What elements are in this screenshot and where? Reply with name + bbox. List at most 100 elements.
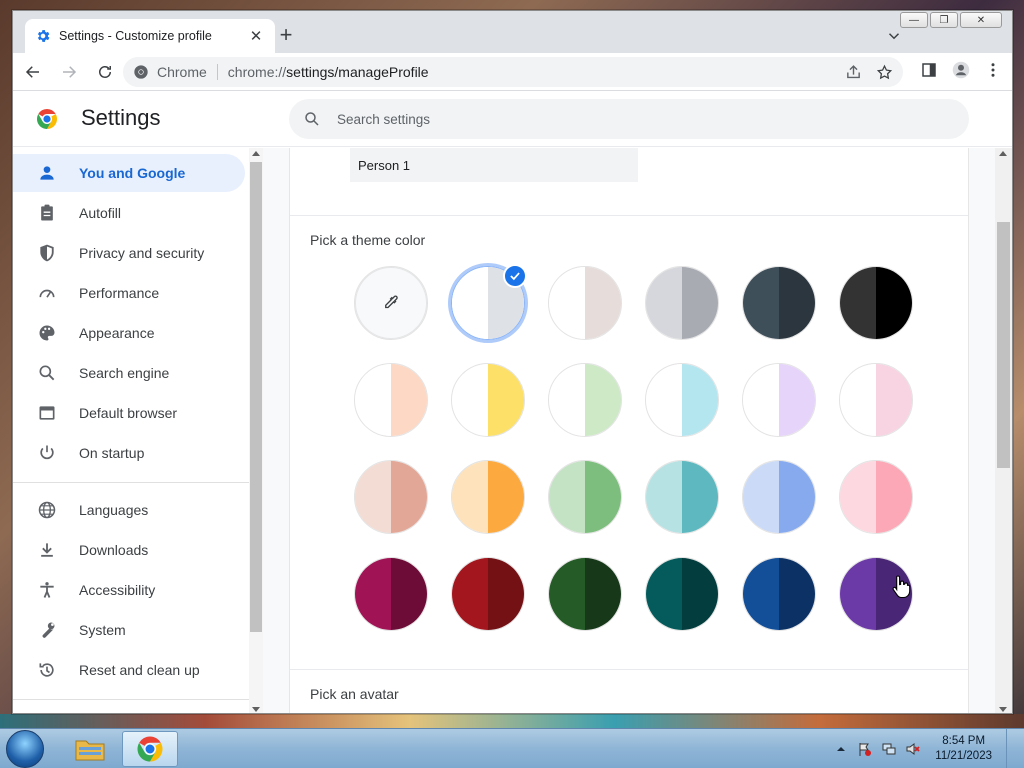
action-center-flag-icon[interactable] (857, 741, 873, 757)
page-title: Settings (81, 105, 161, 130)
reload-button[interactable] (89, 56, 121, 88)
bookmark-star-icon[interactable] (876, 64, 893, 81)
theme-color-swatch[interactable] (451, 363, 525, 437)
sidebar-item-label: System (79, 622, 126, 638)
tab-title: Settings - Customize profile (59, 29, 212, 43)
forward-button[interactable] (53, 56, 85, 88)
start-button[interactable] (6, 730, 44, 768)
profile-name-field[interactable]: Person 1 (350, 148, 638, 182)
scrollbar-thumb[interactable] (997, 222, 1010, 468)
more-menu-icon[interactable] (984, 61, 1002, 79)
network-icon[interactable] (881, 741, 897, 757)
theme-color-swatch[interactable] (839, 266, 913, 340)
show-hidden-icons-icon[interactable] (833, 741, 849, 757)
address-bar[interactable]: Chrome chrome://settings/manageProfile (123, 57, 903, 87)
search-icon (39, 365, 55, 381)
theme-color-swatch[interactable] (451, 460, 525, 534)
theme-color-swatch[interactable] (354, 460, 428, 534)
scroll-up-arrow[interactable] (252, 151, 260, 156)
hand-cursor-icon (892, 575, 911, 599)
customize-profile-card: Person 1 Pick a theme color Pick an avat… (289, 148, 969, 713)
sidebar-item-search-engine[interactable]: Search engine (13, 354, 245, 392)
clock-date: 11/21/2023 (935, 750, 992, 762)
side-panel-icon[interactable] (920, 61, 938, 79)
sidebar-item-label: Accessibility (79, 582, 156, 598)
theme-color-swatch[interactable] (839, 363, 913, 437)
site-name: Chrome (157, 64, 207, 80)
show-desktop-button[interactable] (1006, 729, 1016, 768)
theme-color-swatch[interactable] (548, 460, 622, 534)
theme-color-swatch[interactable] (645, 266, 719, 340)
file-explorer-taskbar-button[interactable] (62, 731, 118, 767)
theme-color-swatch[interactable] (742, 266, 816, 340)
theme-color-swatch[interactable] (645, 363, 719, 437)
browser-window: Settings - Customize profile ✕ + — ❐ ✕ C… (12, 10, 1013, 714)
tab-settings[interactable]: Settings - Customize profile ✕ (25, 19, 275, 53)
url-path: settings/manageProfile (286, 64, 429, 80)
globe-icon (38, 501, 56, 519)
scroll-up-arrow[interactable] (999, 151, 1007, 156)
new-tab-button[interactable]: + (275, 24, 297, 47)
theme-color-swatch[interactable] (742, 363, 816, 437)
theme-color-swatch[interactable] (742, 460, 816, 534)
sidebar-item-default-browser[interactable]: Default browser (13, 394, 245, 432)
chevron-down-icon[interactable] (885, 27, 903, 45)
settings-header: Settings (13, 91, 1012, 147)
search-icon (305, 112, 319, 126)
theme-color-swatch[interactable] (354, 363, 428, 437)
taskbar-clock[interactable]: 8:54 PM 11/21/2023 (935, 734, 992, 764)
theme-color-swatch[interactable] (742, 557, 816, 631)
reload-icon (99, 65, 111, 78)
settings-sidebar: You and Google Autofill Privacy and secu… (13, 148, 249, 713)
scroll-down-arrow[interactable] (999, 707, 1007, 712)
sidebar-divider (13, 482, 249, 483)
person-icon (40, 166, 54, 180)
back-button[interactable] (17, 56, 49, 88)
theme-color-swatch[interactable] (548, 557, 622, 631)
search-settings-input[interactable] (337, 111, 937, 127)
sidebar-item-label: Search engine (79, 365, 170, 381)
folder-icon (75, 740, 105, 761)
volume-muted-icon[interactable] (905, 741, 921, 757)
desktop-wallpaper (0, 714, 1024, 728)
theme-color-swatch[interactable] (839, 460, 913, 534)
theme-color-swatch[interactable] (354, 557, 428, 631)
restore-button[interactable]: ❐ (930, 12, 958, 28)
minimize-button[interactable]: — (900, 12, 928, 28)
close-tab-icon[interactable]: ✕ (247, 27, 265, 45)
sidebar-item-you-and-google[interactable]: You and Google (13, 154, 245, 192)
wrench-icon (42, 622, 55, 638)
sidebar-item-system[interactable]: System (13, 611, 245, 649)
sidebar-item-downloads[interactable]: Downloads (13, 531, 245, 569)
theme-color-swatch[interactable] (451, 557, 525, 631)
system-tray: 8:54 PM 11/21/2023 (833, 729, 1016, 768)
sidebar-item-autofill[interactable]: Autofill (13, 194, 245, 232)
main-scrollbar[interactable] (995, 148, 1012, 713)
sidebar-item-label: On startup (79, 445, 145, 461)
forward-arrow-icon (63, 65, 77, 78)
theme-color-swatch[interactable] (645, 460, 719, 534)
theme-color-swatch[interactable] (548, 363, 622, 437)
sidebar-scrollbar[interactable] (249, 148, 263, 713)
profile-avatar-icon[interactable] (952, 61, 970, 79)
sidebar-item-appearance[interactable]: Appearance (13, 314, 245, 352)
sidebar-item-accessibility[interactable]: Accessibility (13, 571, 245, 609)
sidebar-item-reset-and-clean-up[interactable]: Reset and clean up (13, 651, 245, 689)
sidebar-item-performance[interactable]: Performance (13, 274, 245, 312)
sidebar-item-languages[interactable]: Languages (13, 491, 245, 529)
palette-icon (39, 325, 55, 341)
sidebar-item-on-startup[interactable]: On startup (13, 434, 245, 472)
power-icon (40, 445, 54, 460)
scrollbar-thumb[interactable] (250, 162, 262, 632)
scroll-down-arrow[interactable] (252, 707, 260, 712)
search-settings-box[interactable] (289, 99, 969, 139)
shield-icon (40, 244, 54, 262)
section-divider (290, 215, 968, 216)
sidebar-item-privacy-and-security[interactable]: Privacy and security (13, 234, 245, 272)
theme-color-swatch[interactable] (548, 266, 622, 340)
chrome-taskbar-button[interactable] (122, 731, 178, 767)
share-icon[interactable] (845, 64, 862, 81)
close-window-button[interactable]: ✕ (960, 12, 1002, 28)
custom-color-picker[interactable] (354, 266, 428, 340)
theme-color-swatch[interactable] (645, 557, 719, 631)
